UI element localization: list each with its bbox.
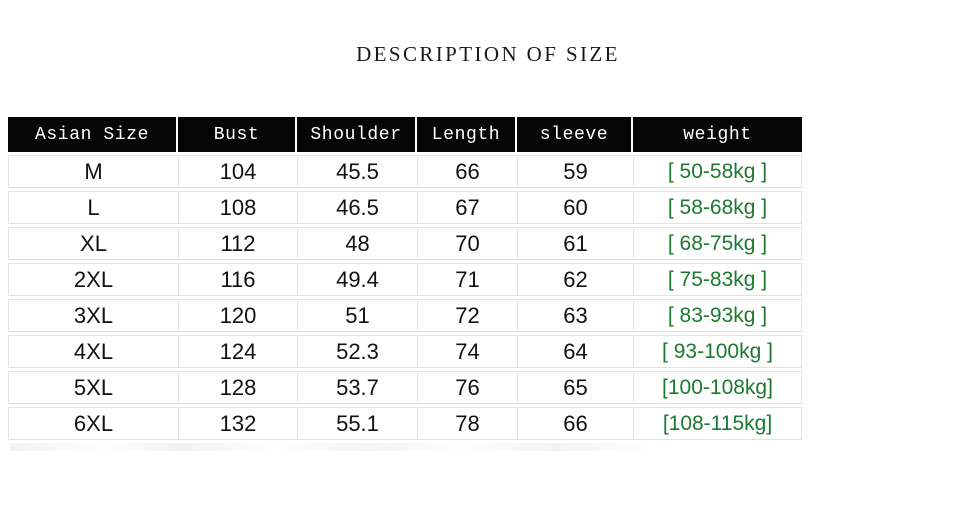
cell-weight: [ 58-68kg ]: [633, 191, 802, 224]
cell-weight: [ 93-100kg ]: [633, 335, 802, 368]
cell-sleeve: 64: [517, 335, 633, 368]
cell-size: 5XL: [8, 371, 178, 404]
cell-size: XL: [8, 227, 178, 260]
cell-bust: 120: [178, 299, 297, 332]
table-row: 5XL 128 53.7 76 65 [100-108kg]: [8, 368, 802, 404]
cell-shoulder: 55.1: [297, 407, 417, 440]
cell-shoulder: 48: [297, 227, 417, 260]
cell-length: 74: [417, 335, 517, 368]
cell-bust: 112: [178, 227, 297, 260]
table-row: 3XL 120 51 72 63 [ 83-93kg ]: [8, 296, 802, 332]
size-chart-page: DESCRIPTION OF SIZE Asian Size Bust Shou…: [0, 0, 976, 512]
cell-shoulder: 53.7: [297, 371, 417, 404]
column-header-length: Length: [417, 117, 517, 152]
cell-weight: [100-108kg]: [633, 371, 802, 404]
cell-bust: 108: [178, 191, 297, 224]
cell-weight: [ 68-75kg ]: [633, 227, 802, 260]
cell-sleeve: 61: [517, 227, 633, 260]
cell-bust: 104: [178, 155, 297, 188]
cell-weight: [ 75-83kg ]: [633, 263, 802, 296]
cell-length: 71: [417, 263, 517, 296]
cell-weight: [ 83-93kg ]: [633, 299, 802, 332]
cell-size: 6XL: [8, 407, 178, 440]
cell-shoulder: 46.5: [297, 191, 417, 224]
column-header-shoulder: Shoulder: [297, 117, 417, 152]
cell-length: 76: [417, 371, 517, 404]
cell-bust: 128: [178, 371, 297, 404]
cell-length: 72: [417, 299, 517, 332]
table-row: L 108 46.5 67 60 [ 58-68kg ]: [8, 188, 802, 224]
cell-bust: 132: [178, 407, 297, 440]
cell-bust: 116: [178, 263, 297, 296]
table-row: 6XL 132 55.1 78 66 [108-115kg]: [8, 404, 802, 440]
cell-length: 66: [417, 155, 517, 188]
cell-sleeve: 65: [517, 371, 633, 404]
cell-size: M: [8, 155, 178, 188]
cell-weight: [ 50-58kg ]: [633, 155, 802, 188]
cell-size: 3XL: [8, 299, 178, 332]
cell-size: 4XL: [8, 335, 178, 368]
table-row: XL 112 48 70 61 [ 68-75kg ]: [8, 224, 802, 260]
cell-sleeve: 59: [517, 155, 633, 188]
cell-length: 78: [417, 407, 517, 440]
column-header-bust: Bust: [178, 117, 297, 152]
cell-size: L: [8, 191, 178, 224]
cell-sleeve: 62: [517, 263, 633, 296]
table-row: M 104 45.5 66 59 [ 50-58kg ]: [8, 152, 802, 188]
size-chart-table: Asian Size Bust Shoulder Length sleeve w…: [8, 117, 802, 440]
cell-shoulder: 51: [297, 299, 417, 332]
table-row: 2XL 116 49.4 71 62 [ 75-83kg ]: [8, 260, 802, 296]
cell-length: 67: [417, 191, 517, 224]
cell-sleeve: 63: [517, 299, 633, 332]
table-header-row: Asian Size Bust Shoulder Length sleeve w…: [8, 117, 802, 152]
cell-sleeve: 66: [517, 407, 633, 440]
table-row: 4XL 124 52.3 74 64 [ 93-100kg ]: [8, 332, 802, 368]
table-body: M 104 45.5 66 59 [ 50-58kg ] L 108 46.5 …: [8, 152, 802, 440]
cell-shoulder: 52.3: [297, 335, 417, 368]
cell-sleeve: 60: [517, 191, 633, 224]
cell-length: 70: [417, 227, 517, 260]
cell-shoulder: 49.4: [297, 263, 417, 296]
page-title: DESCRIPTION OF SIZE: [356, 42, 620, 66]
column-header-sleeve: sleeve: [517, 117, 633, 152]
cell-bust: 124: [178, 335, 297, 368]
cell-weight: [108-115kg]: [633, 407, 802, 440]
cell-shoulder: 45.5: [297, 155, 417, 188]
column-header-asian-size: Asian Size: [8, 117, 178, 152]
column-header-weight: weight: [633, 117, 802, 152]
cell-size: 2XL: [8, 263, 178, 296]
background-artifact: [10, 443, 790, 451]
